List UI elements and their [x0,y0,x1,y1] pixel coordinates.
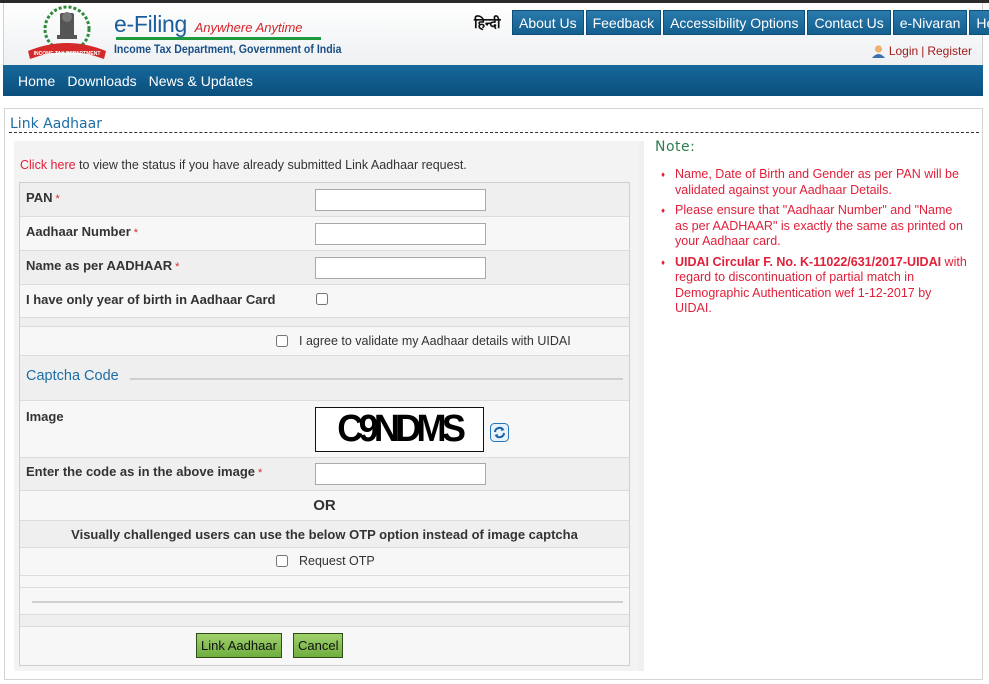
year-of-birth-checkbox[interactable] [316,293,328,305]
required-marker: * [55,193,60,205]
brand: e-Filing Anywhere Anytime [114,11,303,38]
agree-row: I agree to validate my Aadhaar details w… [20,327,629,356]
or-text: OR [313,497,336,514]
link-aadhaar-form-panel: Click here to view the status if you hav… [14,141,641,671]
required-marker: * [133,227,139,239]
refresh-captcha-icon[interactable] [490,423,509,442]
captcha-image-row: Image C9NDMS [20,401,629,458]
brand-tagline: Anywhere Anytime [194,20,303,35]
captcha-code-legend: Captcha Code [26,368,119,384]
note-item: Name, Date of Birth and Gender as per PA… [661,167,967,198]
title-divider [9,132,979,133]
main-nav-news-updates[interactable]: News & Updates [149,73,253,89]
buttons-row: Link Aadhaar Cancel [20,627,629,665]
divider-row [20,588,629,615]
otp-hint-text: Visually challenged users can use the be… [71,527,578,542]
captcha-code-input[interactable] [315,463,486,485]
status-line: Click here to view the status if you hav… [20,158,467,172]
year-of-birth-row: I have only year of birth in Aadhaar Car… [20,285,629,318]
register-link[interactable]: Register [927,44,972,58]
required-marker: * [175,261,180,273]
image-label: Image [26,409,64,424]
request-otp-row: Request OTP [20,548,629,576]
emblem-ribbon-text: INCOME TAX DEPARTMENT [34,51,101,57]
note-item: Please ensure that "Aadhaar Number" and … [661,203,967,250]
login-link[interactable]: Login [889,44,918,58]
content-frame: Link Aadhaar Click here to view the stat… [4,108,983,680]
main-nav-home[interactable]: Home [18,73,55,89]
login-area: Login | Register [871,44,972,58]
top-nav-feedback[interactable]: Feedback [585,10,662,35]
uidai-circular-reference: UIDAI Circular F. No. K-11022/631/2017-U… [675,254,942,269]
income-tax-emblem-icon: INCOME TAX DEPARTMENT [28,5,106,59]
otp-hint-row: Visually challenged users can use the be… [20,521,629,548]
request-otp-label: Request OTP [299,554,375,568]
captcha-legend-row: Captcha Code [20,356,629,401]
top-nav: About Us Feedback Accessibility Options … [512,10,989,35]
form-divider [32,601,623,603]
note-list: Name, Date of Birth and Gender as per PA… [661,167,967,322]
spacer-row [20,318,629,327]
top-nav-help[interactable]: Help [969,10,989,35]
captcha-code-row: Enter the code as in the above image * [20,458,629,491]
brand-subtitle: Income Tax Department, Government of Ind… [114,42,342,56]
login-separator: | [921,44,925,58]
aadhaar-number-label: Aadhaar Number * [26,224,139,239]
top-nav-accessibility-options[interactable]: Accessibility Options [663,10,806,35]
top-nav-contact-us[interactable]: Contact Us [807,10,891,35]
required-marker: * [258,467,263,479]
captcha-code-label: Enter the code as in the above image * [26,464,263,479]
captcha-legend-rule [130,378,623,380]
pan-label: PAN * [26,190,60,205]
note-title: Note: [655,139,696,155]
site-header: INCOME TAX DEPARTMENT e-Filing Anywhere … [3,3,989,65]
hindi-language-link[interactable]: हिन्दी [474,14,500,33]
top-nav-e-nivaran[interactable]: e-Nivaran [892,10,968,35]
status-text: to view the status if you have already s… [75,158,467,172]
or-row: OR [20,491,629,521]
aadhaar-number-input[interactable] [315,223,486,245]
aadhaar-number-row: Aadhaar Number * [20,217,629,251]
top-nav-about-us[interactable]: About Us [512,10,584,35]
agree-uidai-label: I agree to validate my Aadhaar details w… [299,334,571,348]
brand-underline [116,37,321,40]
pan-input[interactable] [315,189,486,211]
name-row: Name as per AADHAAR * [20,251,629,285]
cancel-button[interactable]: Cancel [293,633,344,658]
name-label: Name as per AADHAAR * [26,258,180,273]
brand-title: e-Filing [114,11,188,37]
year-of-birth-label: I have only year of birth in Aadhaar Car… [26,292,276,307]
note-item: UIDAI Circular F. No. K-11022/631/2017-U… [661,255,967,317]
click-here-status-link[interactable]: Click here [20,158,76,172]
spacer-row [20,576,629,588]
link-aadhaar-button[interactable]: Link Aadhaar [196,633,282,658]
name-input[interactable] [315,257,486,279]
captcha-image: C9NDMS [315,407,484,452]
pan-row: PAN * [20,183,629,217]
main-nav-downloads[interactable]: Downloads [67,73,136,89]
page-title: Link Aadhaar [10,116,102,132]
form-table: PAN * Aadhaar Number * Name as per AADHAAR… [19,182,630,666]
panel-separator [638,141,644,671]
agree-uidai-checkbox[interactable] [276,335,288,347]
request-otp-checkbox[interactable] [276,555,288,567]
user-icon [871,45,885,58]
main-nav: Home Downloads News & Updates [3,65,983,96]
spacer-row [20,615,629,627]
